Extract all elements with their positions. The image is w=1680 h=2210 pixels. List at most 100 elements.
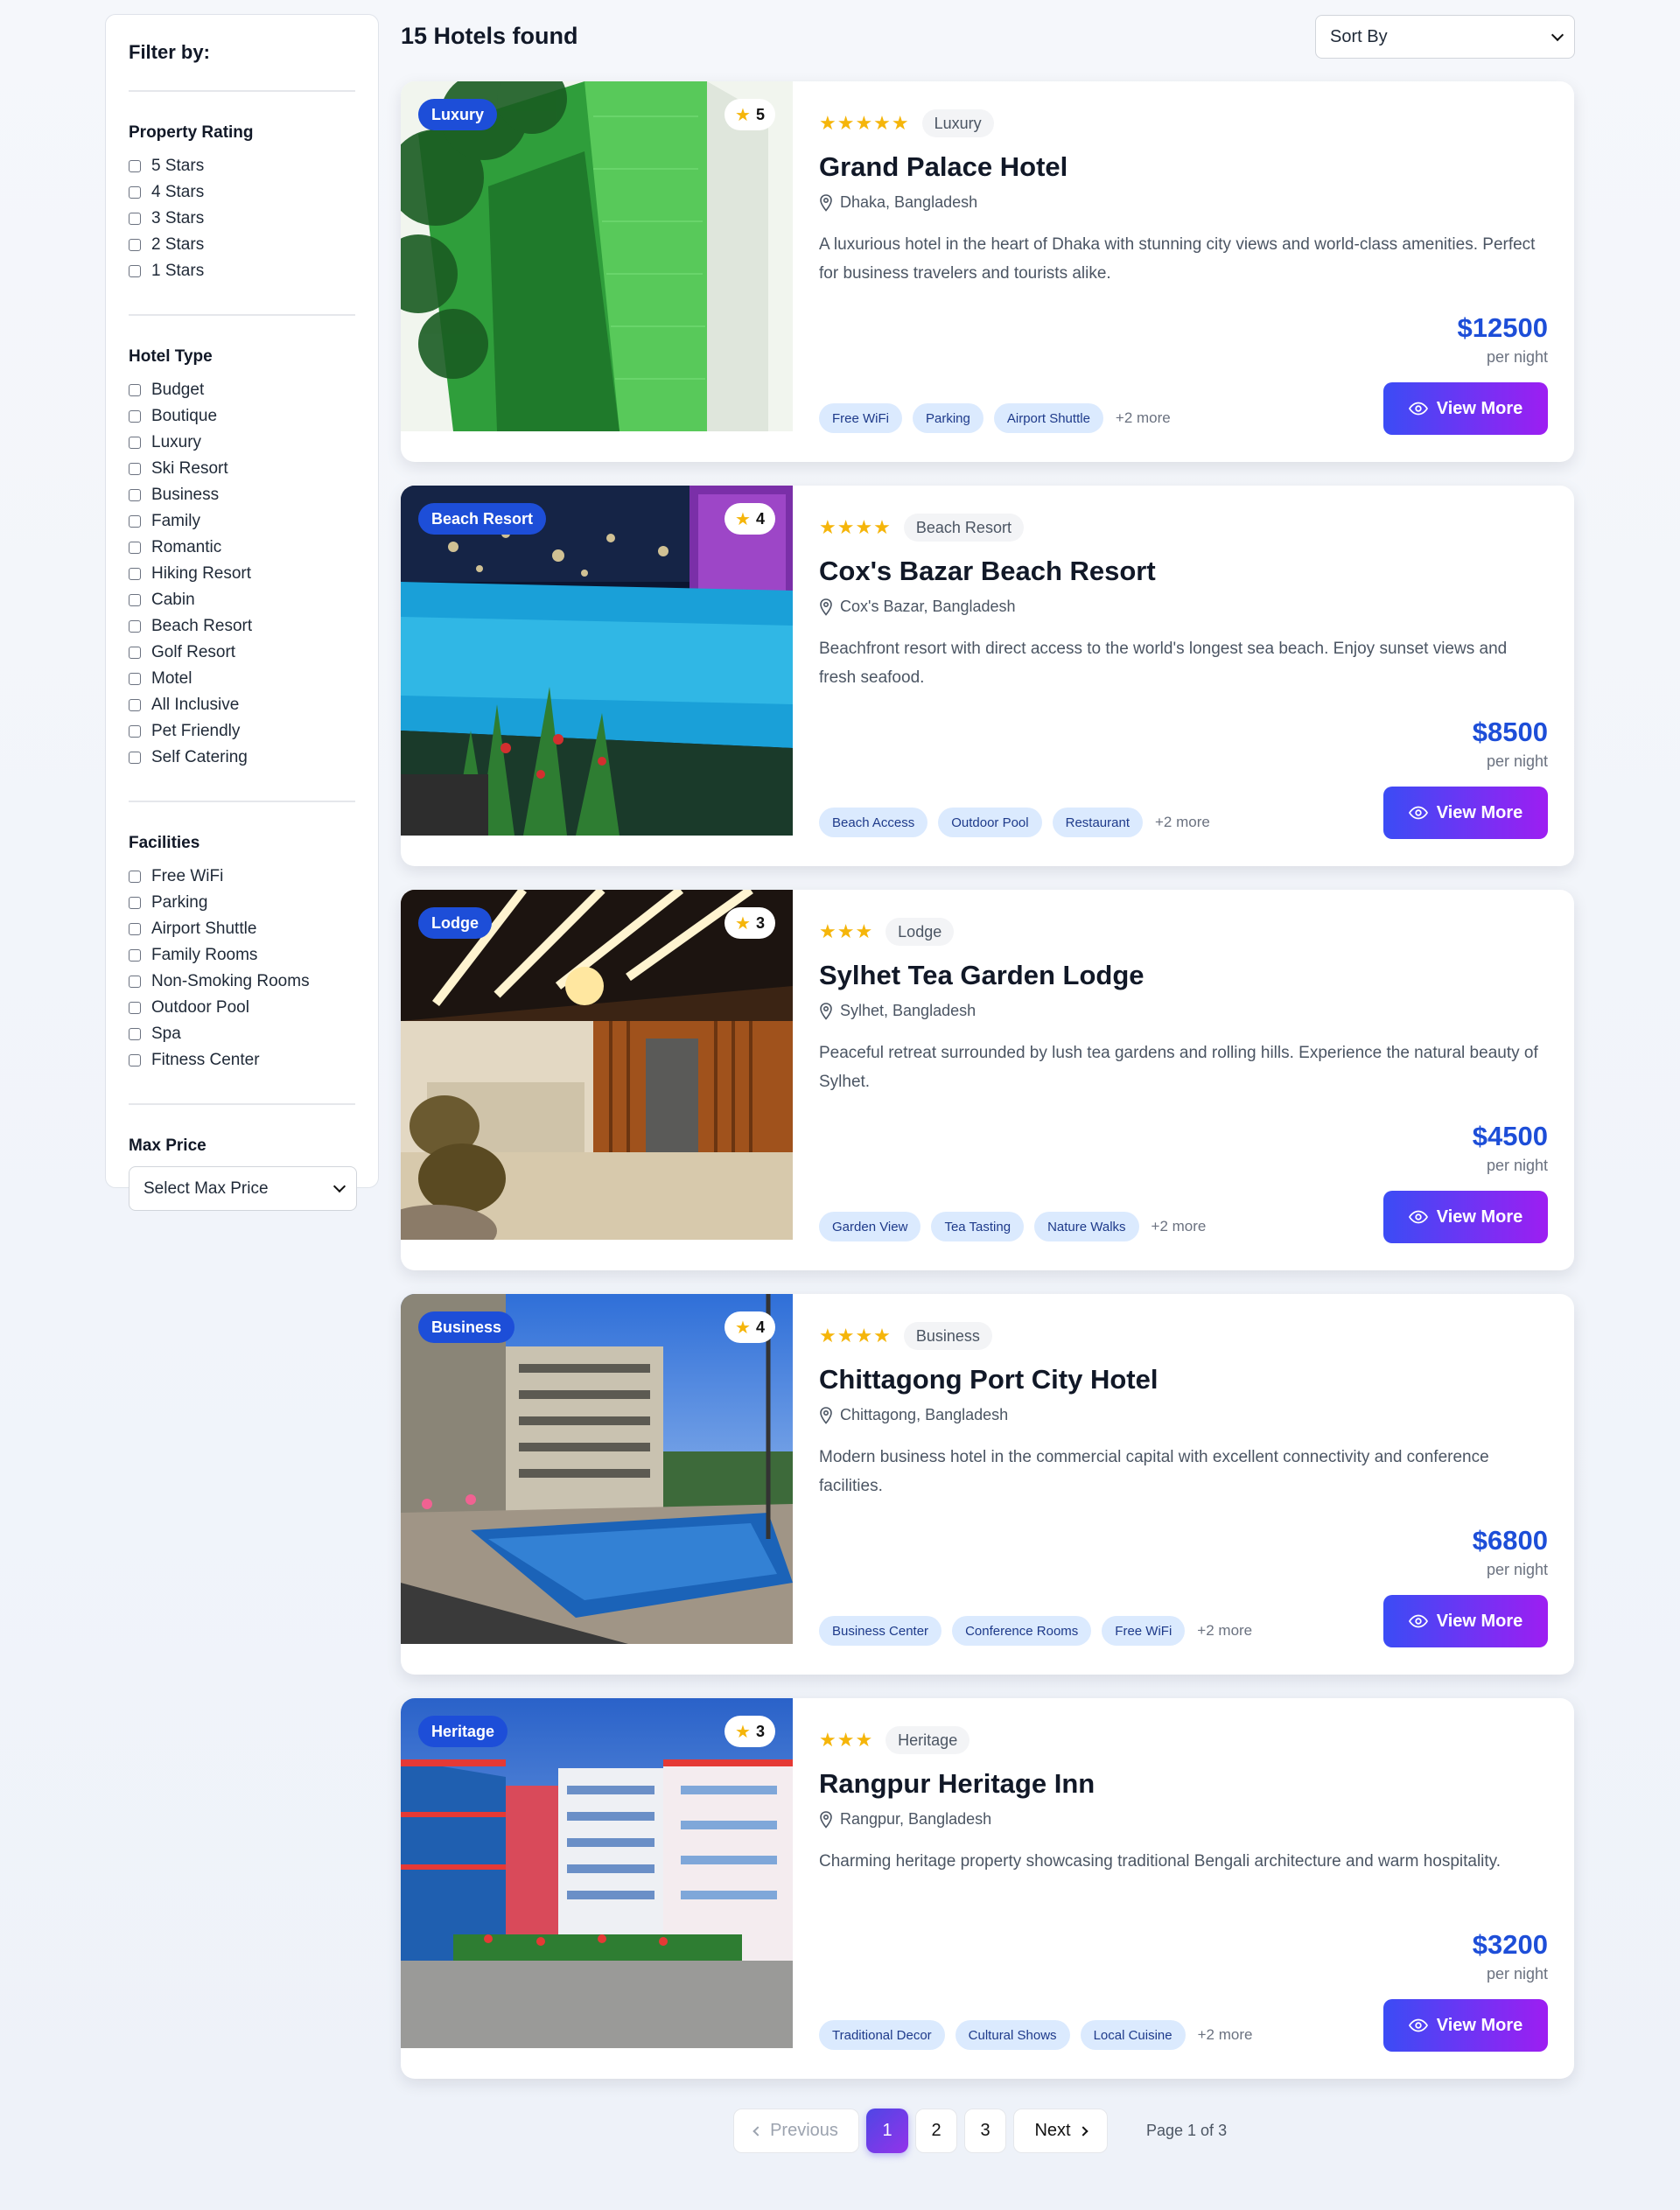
checkbox[interactable] xyxy=(129,515,141,528)
hotel-type-option[interactable]: Ski Resort xyxy=(129,456,355,482)
hotel-type-pill: Beach Resort xyxy=(903,514,1024,542)
hotel-image[interactable]: Business ★ 4 xyxy=(401,1294,793,1644)
hotel-name[interactable]: Chittagong Port City Hotel xyxy=(819,1364,1158,1395)
view-more-button[interactable]: View More xyxy=(1383,1595,1548,1647)
checkbox[interactable] xyxy=(129,265,141,277)
hotel-name[interactable]: Cox's Bazar Beach Resort xyxy=(819,556,1156,587)
rating-badge: ★ 4 xyxy=(724,503,775,535)
star-rating-row: ★★★★ Business xyxy=(819,1322,992,1350)
rating-option-3[interactable]: 3 Stars xyxy=(129,206,355,232)
checkbox[interactable] xyxy=(129,384,141,396)
facility-option[interactable]: Parking xyxy=(129,890,355,916)
facilities-heading: Facilities xyxy=(129,834,200,852)
checkbox[interactable] xyxy=(129,1002,141,1014)
checkbox[interactable] xyxy=(129,923,141,935)
rating-option-4[interactable]: 4 Stars xyxy=(129,179,355,206)
checkbox[interactable] xyxy=(129,620,141,633)
hotel-card: Heritage ★ 3 ★★★ Heritage Rangpur Heritag… xyxy=(401,1698,1574,2079)
facility-option[interactable]: Airport Shuttle xyxy=(129,916,355,942)
more-facilities: +2 more xyxy=(1197,2026,1253,2043)
hotel-type-option[interactable]: Luxury xyxy=(129,430,355,456)
price-unit: per night xyxy=(1486,1561,1548,1578)
divider xyxy=(129,90,355,92)
facility-option[interactable]: Non-Smoking Rooms xyxy=(129,969,355,995)
checkbox[interactable] xyxy=(129,568,141,580)
checkbox[interactable] xyxy=(129,437,141,449)
rating-option-5[interactable]: 5 Stars xyxy=(129,153,355,179)
eye-icon xyxy=(1408,1614,1428,1628)
checkbox[interactable] xyxy=(129,871,141,883)
hotel-type-option[interactable]: Romantic xyxy=(129,535,355,561)
facility-option[interactable]: Free WiFi xyxy=(129,864,355,890)
hotel-type-option[interactable]: Family xyxy=(129,508,355,535)
rating-badge: ★ 4 xyxy=(724,1311,775,1343)
checkbox[interactable] xyxy=(129,647,141,659)
facility-option[interactable]: Family Rooms xyxy=(129,942,355,969)
hotel-image[interactable]: Beach Resort ★ 4 xyxy=(401,486,793,836)
checkbox[interactable] xyxy=(129,160,141,172)
hotel-image[interactable]: Luxury ★ 5 xyxy=(401,81,793,431)
page-button-3[interactable]: 3 xyxy=(964,2109,1006,2153)
sort-select[interactable]: Sort By xyxy=(1315,15,1575,59)
location-pin-icon xyxy=(820,1810,832,1829)
hotel-type-option[interactable]: Beach Resort xyxy=(129,613,355,640)
checkbox[interactable] xyxy=(129,976,141,988)
checkbox[interactable] xyxy=(129,673,141,685)
page-button-1[interactable]: 1 xyxy=(866,2109,908,2153)
rating-badge: ★ 5 xyxy=(724,99,775,130)
hotel-image[interactable]: Lodge ★ 3 xyxy=(401,890,793,1240)
divider xyxy=(129,801,355,802)
hotel-image[interactable]: Heritage ★ 3 xyxy=(401,1698,793,2048)
checkbox[interactable] xyxy=(129,897,141,909)
rating-option-1[interactable]: 1 Stars xyxy=(129,258,355,284)
hotel-type-option[interactable]: Cabin xyxy=(129,587,355,613)
max-price-select[interactable]: Select Max Price xyxy=(129,1166,357,1211)
previous-page-button[interactable]: Previous xyxy=(733,2109,859,2153)
checkbox[interactable] xyxy=(129,463,141,475)
checkbox[interactable] xyxy=(129,239,141,251)
checkbox[interactable] xyxy=(129,489,141,501)
checkbox[interactable] xyxy=(129,542,141,554)
checkbox[interactable] xyxy=(129,213,141,225)
checkbox[interactable] xyxy=(129,594,141,606)
facility-tag: Conference Rooms xyxy=(952,1616,1092,1646)
rating-option-2[interactable]: 2 Stars xyxy=(129,232,355,258)
hotel-type-option[interactable]: Golf Resort xyxy=(129,640,355,666)
facility-tag: Local Cuisine xyxy=(1080,2020,1186,2050)
hotel-name[interactable]: Sylhet Tea Garden Lodge xyxy=(819,960,1144,991)
hotel-type-option[interactable]: Self Catering xyxy=(129,745,355,771)
checkbox[interactable] xyxy=(129,410,141,423)
checkbox[interactable] xyxy=(129,186,141,199)
pagination: Previous 1 2 3 Next Page 1 of 3 xyxy=(733,2109,1227,2153)
view-more-button[interactable]: View More xyxy=(1383,1999,1548,2052)
view-more-button[interactable]: View More xyxy=(1383,1191,1548,1243)
hotel-type-option[interactable]: All Inclusive xyxy=(129,692,355,718)
hotel-type-option[interactable]: Motel xyxy=(129,666,355,692)
checkbox[interactable] xyxy=(129,725,141,738)
view-more-button[interactable]: View More xyxy=(1383,787,1548,839)
facility-option[interactable]: Spa xyxy=(129,1021,355,1047)
hotel-type-option[interactable]: Hiking Resort xyxy=(129,561,355,587)
location-pin-icon xyxy=(820,1406,832,1424)
checkbox[interactable] xyxy=(129,1054,141,1067)
hotel-type-heading: Hotel Type xyxy=(129,347,213,366)
facility-tags: Business Center Conference Rooms Free Wi… xyxy=(819,1616,1252,1646)
hotel-type-option[interactable]: Business xyxy=(129,482,355,508)
hotel-name[interactable]: Rangpur Heritage Inn xyxy=(819,1768,1095,1800)
hotel-type-badge: Luxury xyxy=(418,99,498,130)
facility-option[interactable]: Fitness Center xyxy=(129,1047,355,1074)
checkbox[interactable] xyxy=(129,949,141,962)
checkbox[interactable] xyxy=(129,699,141,711)
hotel-type-option[interactable]: Pet Friendly xyxy=(129,718,355,745)
hotel-location: Sylhet, Bangladesh xyxy=(819,1002,976,1020)
hotel-type-option[interactable]: Boutique xyxy=(129,403,355,430)
checkbox[interactable] xyxy=(129,752,141,764)
hotel-type-option[interactable]: Budget xyxy=(129,377,355,403)
next-page-button[interactable]: Next xyxy=(1013,2109,1108,2153)
checkbox[interactable] xyxy=(129,1028,141,1040)
view-more-button[interactable]: View More xyxy=(1383,382,1548,435)
facility-option[interactable]: Outdoor Pool xyxy=(129,995,355,1021)
hotel-card: Luxury ★ 5 ★★★★★ Luxury Grand Palace Hote… xyxy=(401,81,1574,462)
hotel-name[interactable]: Grand Palace Hotel xyxy=(819,151,1068,183)
page-button-2[interactable]: 2 xyxy=(915,2109,957,2153)
